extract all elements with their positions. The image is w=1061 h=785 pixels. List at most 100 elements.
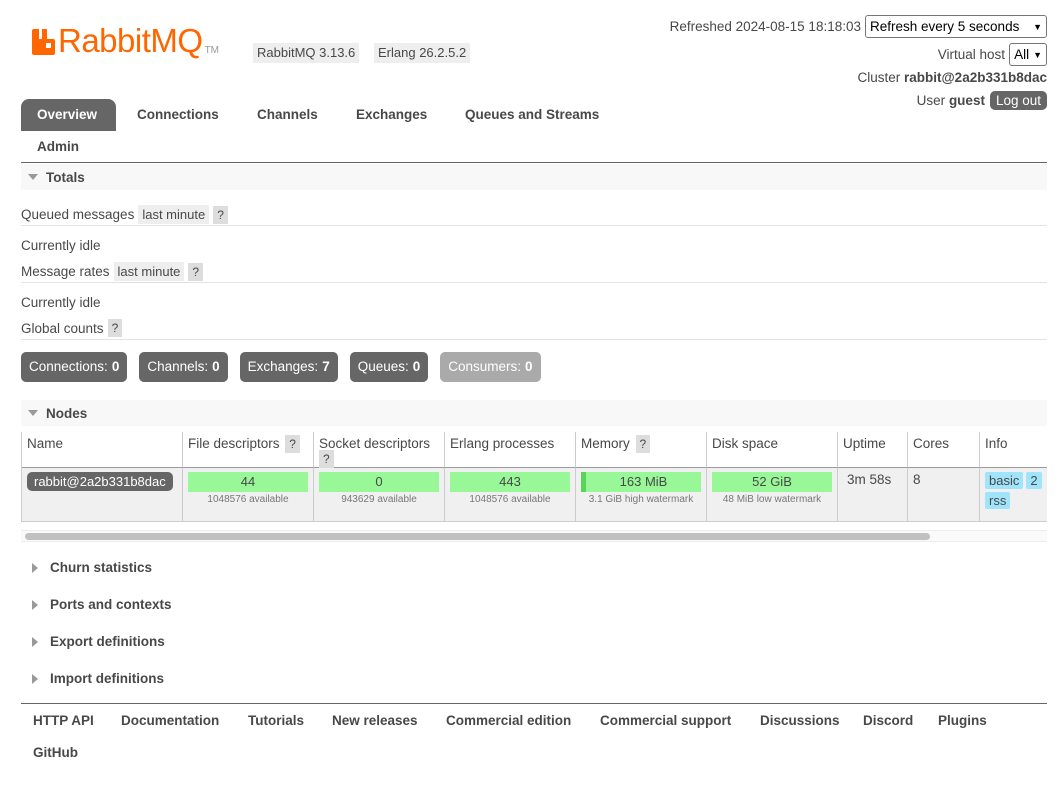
- col-file-descriptors[interactable]: File descriptors ?: [183, 432, 314, 468]
- cluster-info: Cluster rabbit@2a2b331b8dac: [857, 70, 1047, 85]
- footer-link-plugins[interactable]: Plugins: [938, 713, 987, 728]
- exchanges-count-value: 7: [322, 359, 330, 374]
- erlang-version-badge: Erlang 26.2.5.2: [374, 43, 471, 63]
- rabbitmq-logo[interactable]: RabbitMQ TM: [32, 24, 220, 58]
- channels-count-button[interactable]: Channels: 0: [139, 352, 228, 382]
- col-memory-label: Memory: [581, 436, 630, 451]
- help-icon[interactable]: ?: [188, 262, 204, 281]
- chevron-down-icon: ▼: [1033, 49, 1042, 60]
- scrollbar-thumb[interactable]: [25, 533, 930, 540]
- section-import-definitions[interactable]: Import definitions: [32, 671, 164, 686]
- queued-range-selector[interactable]: last minute: [138, 205, 210, 224]
- connections-count-value: 0: [111, 359, 120, 374]
- footer-link-github[interactable]: GitHub: [33, 745, 78, 760]
- col-uptime[interactable]: Uptime: [838, 432, 908, 468]
- section-ports-and-contexts[interactable]: Ports and contexts: [32, 597, 172, 612]
- help-icon[interactable]: ?: [285, 435, 300, 453]
- cell-info: basic 2 rss: [980, 468, 1047, 522]
- tab-overview[interactable]: Overview: [21, 99, 116, 131]
- col-memory[interactable]: Memory ?: [576, 432, 707, 468]
- cell-memory: 163 MiB 3.1 GiB high watermark: [576, 468, 707, 522]
- info-tag-rss: rss: [985, 492, 1011, 509]
- consumers-count-label: Consumers:: [448, 359, 522, 374]
- footer-link-documentation[interactable]: Documentation: [121, 713, 219, 728]
- divider: [21, 339, 1047, 340]
- help-icon[interactable]: ?: [107, 319, 123, 337]
- cores-value: 8: [913, 472, 921, 487]
- virtual-host-select[interactable]: All ▼: [1009, 43, 1047, 66]
- queues-count-button[interactable]: Queues: 0: [349, 352, 429, 382]
- tab-queues-and-streams[interactable]: Queues and Streams: [449, 99, 615, 131]
- footer-link-http-api[interactable]: HTTP API: [33, 713, 94, 728]
- info-tag-2: 2: [1026, 472, 1042, 489]
- tab-channels[interactable]: Channels: [241, 99, 334, 131]
- footer-link-commercial-support[interactable]: Commercial support: [600, 713, 731, 728]
- refresh-area: Refreshed 2024-08-15 18:18:03 Refresh ev…: [670, 15, 1047, 38]
- help-icon[interactable]: ?: [319, 450, 334, 468]
- col-disk-space[interactable]: Disk space: [707, 432, 838, 468]
- col-file-descriptors-label: File descriptors: [188, 436, 280, 451]
- footer-link-new-releases[interactable]: New releases: [332, 713, 418, 728]
- footer-links: HTTP API Documentation Tutorials New rel…: [21, 703, 1047, 760]
- col-erlang-processes[interactable]: Erlang processes: [445, 432, 576, 468]
- tab-admin[interactable]: Admin: [21, 131, 95, 163]
- footer-link-discussions[interactable]: Discussions: [760, 713, 840, 728]
- section-churn-statistics[interactable]: Churn statistics: [32, 560, 152, 575]
- expand-triangle-icon: [32, 636, 38, 647]
- memory-bar: 163 MiB: [581, 472, 701, 492]
- erlang-processes-available: 1048576 available: [469, 494, 551, 505]
- col-info[interactable]: Info: [980, 432, 1047, 468]
- refresh-interval-select[interactable]: Refresh every 5 seconds ▼: [865, 15, 1047, 38]
- collapse-triangle-icon: [28, 174, 38, 180]
- col-cores[interactable]: Cores: [908, 432, 980, 468]
- tab-exchanges[interactable]: Exchanges: [340, 99, 443, 131]
- file-descriptors-available: 1048576 available: [207, 494, 289, 505]
- footer-link-discord[interactable]: Discord: [863, 713, 913, 728]
- section-title: Import definitions: [50, 671, 164, 686]
- message-rates-idle: Currently idle: [21, 295, 101, 310]
- channels-count-label: Channels:: [147, 359, 209, 374]
- section-export-definitions[interactable]: Export definitions: [32, 634, 165, 649]
- global-counts-row: Global counts ?: [21, 319, 123, 337]
- tab-connections[interactable]: Connections: [121, 99, 235, 131]
- footer-link-tutorials[interactable]: Tutorials: [248, 713, 304, 728]
- queued-messages-label: Queued messages: [21, 207, 135, 222]
- connections-count-button[interactable]: Connections: 0: [21, 352, 128, 382]
- cluster-label: Cluster: [857, 70, 901, 85]
- file-descriptors-bar: 44: [188, 472, 308, 492]
- col-name-label: Name: [27, 436, 64, 451]
- nodes-table-scrollbar[interactable]: [21, 530, 1047, 542]
- nodes-section-header[interactable]: Nodes: [21, 400, 1047, 426]
- disk-space-watermark: 48 MiB low watermark: [722, 494, 822, 505]
- exchanges-count-button[interactable]: Exchanges: 7: [239, 352, 338, 382]
- virtual-host-label: Virtual host: [937, 47, 1006, 62]
- rates-range-selector[interactable]: last minute: [113, 262, 185, 281]
- socket-descriptors-available: 943629 available: [341, 494, 417, 505]
- col-socket-descriptors[interactable]: Socket descriptors?: [314, 432, 445, 468]
- cell-uptime: 3m 58s: [838, 468, 908, 522]
- col-uptime-label: Uptime: [843, 436, 886, 451]
- cluster-name: rabbit@2a2b331b8dac: [904, 70, 1047, 85]
- expand-triangle-icon: [32, 599, 38, 610]
- help-icon[interactable]: ?: [635, 435, 651, 453]
- divider: [21, 282, 1047, 283]
- expand-triangle-icon: [32, 673, 38, 684]
- node-name-link[interactable]: rabbit@2a2b331b8dac: [27, 472, 173, 491]
- logo-trademark: TM: [204, 45, 220, 56]
- col-name[interactable]: Name: [22, 432, 183, 468]
- rabbit-logo-icon: [32, 29, 55, 55]
- connections-count-label: Connections:: [29, 359, 108, 374]
- memory-watermark: 3.1 GiB high watermark: [588, 494, 694, 505]
- socket-descriptors-bar: 0: [319, 472, 439, 492]
- erlang-processes-bar: 443: [450, 472, 570, 492]
- refresh-interval-value: Refresh every 5 seconds: [870, 19, 1020, 34]
- totals-section-header[interactable]: Totals: [21, 164, 1047, 190]
- help-icon[interactable]: ?: [213, 205, 228, 224]
- col-disk-space-label: Disk space: [712, 436, 779, 451]
- section-title: Ports and contexts: [50, 597, 172, 612]
- chevron-down-icon: ▼: [1033, 21, 1042, 32]
- col-info-label: Info: [985, 436, 1008, 451]
- cell-cores: 8: [908, 468, 980, 522]
- footer-link-commercial-edition[interactable]: Commercial edition: [446, 713, 571, 728]
- virtual-host-value: All: [1014, 47, 1030, 62]
